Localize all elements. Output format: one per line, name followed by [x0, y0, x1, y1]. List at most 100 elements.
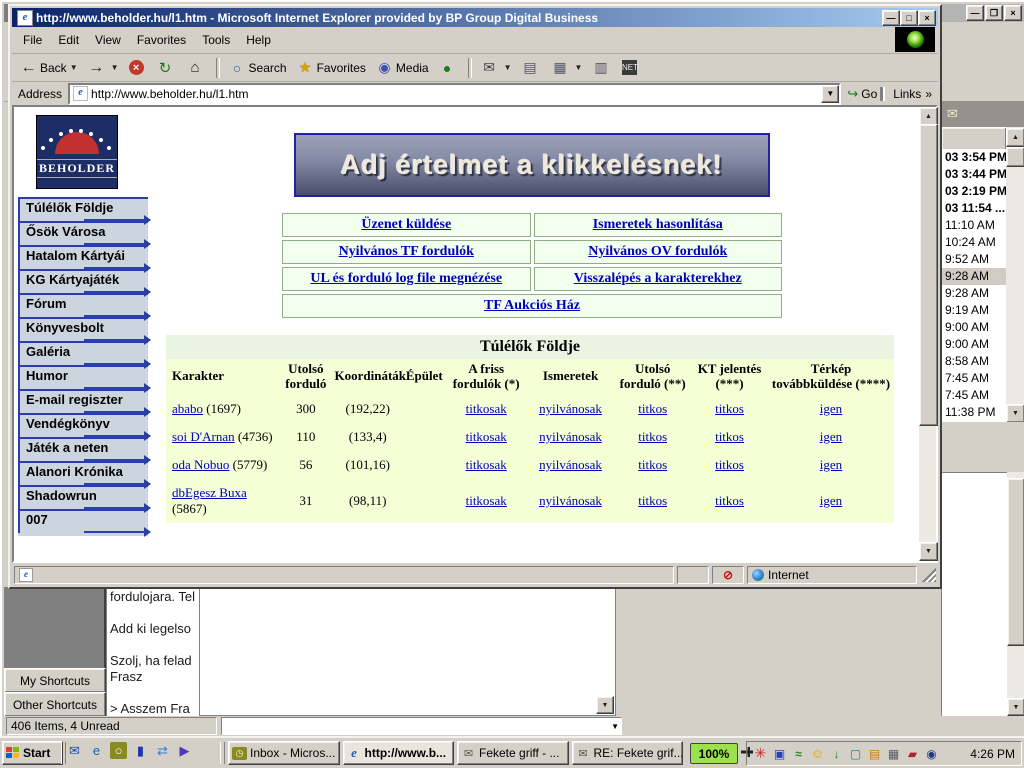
chevron-down-icon[interactable]: ▼ — [821, 85, 839, 103]
toolbar-button[interactable]: ▦ ▼ — [548, 57, 587, 78]
toolbar-button[interactable]: ▼ — [216, 58, 220, 78]
mail-list-item[interactable]: 9:28 AM — [942, 285, 1007, 302]
toolbar-button[interactable]: ● ▼ — [435, 57, 463, 78]
mail-list-item[interactable]: 9:28 AM — [942, 268, 1007, 285]
scrollbar-thumb[interactable] — [1007, 478, 1024, 646]
status-combo[interactable]: ▼ — [221, 717, 622, 735]
knowledge-link[interactable]: nyilvánosak — [539, 493, 602, 508]
minimize-icon[interactable]: — — [966, 5, 984, 21]
restore-icon[interactable]: ❐ — [985, 5, 1003, 21]
toolbar-button[interactable]: ▤ ▼ — [518, 57, 546, 78]
mail-list-item[interactable]: 10:24 AM — [942, 234, 1007, 251]
fresh-turns-link[interactable]: titkosak — [466, 429, 507, 444]
scrollbar-thumb[interactable] — [919, 124, 938, 426]
scroll-down-icon[interactable]: ▼ — [1006, 404, 1024, 423]
mail-list-item[interactable]: 7:45 AM — [942, 370, 1007, 387]
resize-grip[interactable] — [922, 568, 936, 582]
mail-list-item[interactable]: 9:00 AM — [942, 319, 1007, 336]
toolbar-button[interactable]: ▼ — [468, 58, 472, 78]
sidebar-item[interactable]: Ősök Városa — [18, 221, 148, 245]
links-toolbar[interactable]: Links » — [883, 87, 938, 101]
quick-link[interactable]: Nyilvános OV fordulók — [588, 244, 727, 260]
quick-launch-icon[interactable]: ✉ — [66, 742, 83, 759]
last-turn2-link[interactable]: titkos — [638, 493, 667, 508]
kt-report-link[interactable]: titkos — [715, 401, 744, 416]
menu-item[interactable]: Tools — [195, 31, 237, 49]
kt-report-link[interactable]: titkos — [715, 457, 744, 472]
tray-icon[interactable]: ◉ — [922, 746, 941, 762]
map-forward-link[interactable]: igen — [820, 429, 842, 444]
toolbar-button[interactable]: ◉ Media ▼ — [372, 57, 433, 78]
task-button[interactable]: ✉ RE: Fekete grif... — [572, 741, 684, 765]
battery-indicator[interactable]: 100% — [690, 743, 738, 764]
menu-item[interactable]: Help — [239, 31, 278, 49]
tray-icon[interactable]: ✳ — [751, 746, 770, 762]
ie-titlebar[interactable]: e http://www.beholder.hu/l1.htm - Micros… — [12, 8, 938, 27]
last-turn2-link[interactable]: titkos — [638, 429, 667, 444]
sidebar-item[interactable]: KG Kártyajáték — [18, 269, 148, 293]
scroll-up-icon[interactable]: ▲ — [1006, 128, 1024, 147]
fresh-turns-link[interactable]: titkosak — [466, 401, 507, 416]
toolbar-button[interactable]: ↻ ▼ — [153, 57, 181, 78]
mail-list-item[interactable]: 8:58 AM — [942, 353, 1007, 370]
toolbar-button[interactable]: ★ Favorites ▼ — [293, 57, 370, 78]
banner-image[interactable]: Adj értelmet a klikkelésnek! — [294, 133, 770, 197]
tray-icon[interactable]: ≈ — [789, 746, 808, 762]
toolbar-button[interactable]: ⌂ ▼ — [183, 57, 211, 78]
quick-launch-icon[interactable]: ▶ — [176, 742, 193, 759]
mail-list-item[interactable]: 7:45 AM — [942, 387, 1007, 404]
toolbar-button[interactable]: ✉ ▼ — [477, 57, 516, 78]
sidebar-item[interactable]: Fórum — [18, 293, 148, 317]
character-link[interactable]: dbEgesz Buxa — [172, 485, 247, 500]
chevron-down-icon[interactable]: ▼ — [504, 63, 512, 72]
start-button[interactable]: Start — [2, 741, 63, 765]
minimize-icon[interactable]: — — [882, 10, 900, 26]
mail-list-item[interactable]: 03 3:54 PM — [942, 149, 1007, 166]
page-scrollbar[interactable]: ▲ ▼ — [919, 107, 936, 561]
quick-link[interactable]: Üzenet küldése — [361, 217, 451, 233]
character-link[interactable]: ababo — [172, 401, 203, 416]
mail-list-column-header[interactable] — [941, 127, 1007, 151]
tray-icon[interactable]: ▤ — [865, 746, 884, 762]
quick-link[interactable]: UL és forduló log file megnézése — [310, 271, 502, 287]
sidebar-item[interactable]: 007 — [18, 509, 148, 533]
map-forward-link[interactable]: igen — [820, 493, 842, 508]
sidebar-item[interactable]: E-mail regiszter — [18, 389, 148, 413]
shortcut-group-button[interactable]: My Shortcuts — [4, 668, 106, 693]
character-link[interactable]: oda Nobuo — [172, 457, 229, 472]
quick-link[interactable]: Ismeretek hasonlítása — [593, 217, 723, 233]
tray-icon[interactable]: ☺ — [808, 746, 827, 762]
maximize-icon[interactable]: □ — [900, 10, 918, 26]
scroll-down-icon[interactable]: ▼ — [919, 542, 938, 561]
mail-list-item[interactable]: 9:19 AM — [942, 302, 1007, 319]
kt-report-link[interactable]: titkos — [715, 493, 744, 508]
tray-icon[interactable]: ▣ — [770, 746, 789, 762]
knowledge-link[interactable]: nyilvánosak — [539, 429, 602, 444]
toolbar-button[interactable]: ○ Search ▼ — [225, 57, 291, 78]
scroll-down-icon[interactable]: ▼ — [1007, 698, 1024, 716]
go-button[interactable]: ↪ Go — [841, 86, 883, 102]
sidebar-item[interactable]: Shadowrun — [18, 485, 148, 509]
fresh-turns-link[interactable]: titkosak — [466, 493, 507, 508]
chevron-down-icon[interactable]: ▼ — [70, 63, 78, 72]
last-turn2-link[interactable]: titkos — [638, 401, 667, 416]
mail-list-item[interactable]: 03 11:54 ... — [942, 200, 1007, 217]
chevron-down-icon[interactable]: ▼ — [575, 63, 583, 72]
sidebar-item[interactable]: Galéria — [18, 341, 148, 365]
toolbar-button[interactable]: NET ▼ — [618, 58, 644, 77]
character-link[interactable]: soi D'Arnan — [172, 429, 235, 444]
mail-list-item[interactable]: 11:10 AM — [942, 217, 1007, 234]
sidebar-item[interactable]: Játék a neten — [18, 437, 148, 461]
chevron-right-icon[interactable]: » — [925, 87, 932, 101]
map-forward-link[interactable]: igen — [820, 457, 842, 472]
quick-launch-icon[interactable]: e — [88, 742, 105, 759]
task-button[interactable]: ✉ Fekete griff - ... — [457, 741, 569, 765]
scroll-down-icon[interactable]: ▼ — [596, 696, 614, 714]
sidebar-item[interactable]: Vendégkönyv — [18, 413, 148, 437]
map-forward-link[interactable]: igen — [820, 401, 842, 416]
menu-item[interactable]: File — [16, 31, 49, 49]
close-icon[interactable]: × — [918, 10, 936, 26]
sidebar-item[interactable]: Túlélők Földje — [18, 197, 148, 221]
scrollbar-thumb[interactable] — [1006, 147, 1024, 167]
address-value[interactable]: http://www.beholder.hu/l1.htm — [91, 87, 248, 101]
